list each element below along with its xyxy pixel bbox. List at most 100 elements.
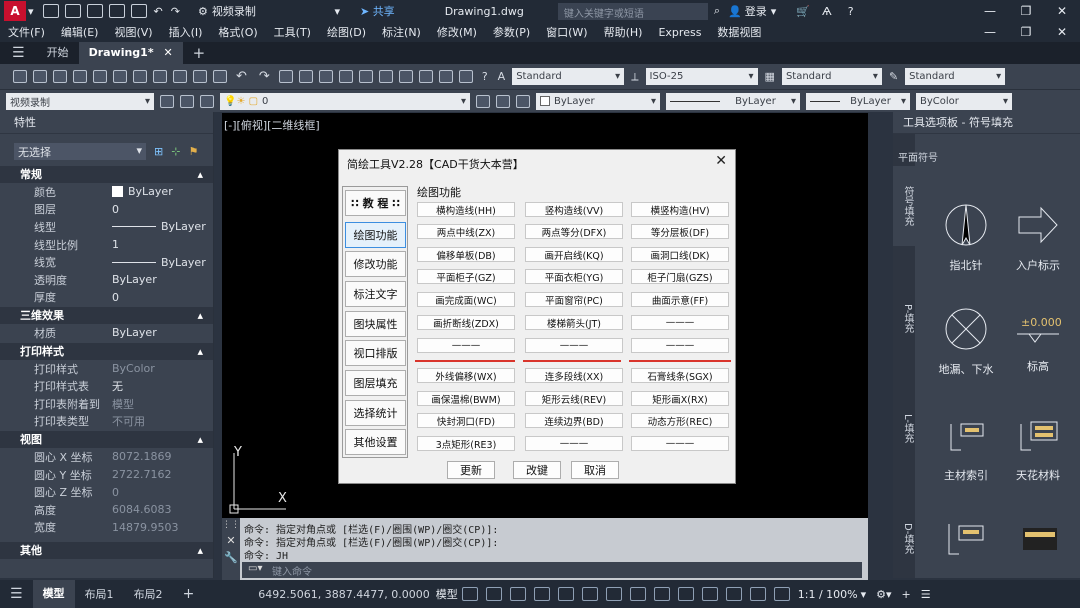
section-other[interactable]: 其他 ▴ bbox=[0, 542, 213, 560]
function-button[interactable]: 石膏线条(SGX) bbox=[631, 368, 729, 383]
transparency-icon[interactable] bbox=[653, 587, 670, 601]
quick-select-icon[interactable]: ⚑ bbox=[188, 145, 198, 158]
polar-icon[interactable] bbox=[533, 587, 550, 601]
coordinates-readout[interactable]: 6492.5061, 3887.4477, 0.0000 bbox=[258, 588, 429, 601]
layer-properties-icon[interactable] bbox=[200, 94, 214, 108]
linetype-select[interactable]: ByLayer ▾ bbox=[666, 92, 800, 110]
improve-key-button[interactable]: 改键 bbox=[513, 461, 561, 479]
ortho-icon[interactable] bbox=[509, 587, 526, 601]
save-icon-2[interactable] bbox=[53, 70, 67, 83]
palette-item-partial-1[interactable] bbox=[943, 518, 989, 558]
pan-icon[interactable] bbox=[278, 70, 293, 83]
prop-row[interactable]: 材质 ByLayer bbox=[0, 324, 213, 342]
prop-row[interactable]: 图层 0 bbox=[0, 201, 213, 219]
menu-express[interactable]: Express bbox=[650, 26, 709, 39]
function-button[interactable]: 等分层板(DF) bbox=[631, 224, 729, 239]
undo-icon[interactable]: ↶ bbox=[154, 5, 163, 18]
osnap-tracking-icon[interactable] bbox=[581, 587, 598, 601]
tab-p-fill[interactable]: P-填充 bbox=[893, 284, 915, 354]
function-button[interactable]: 两点中线(ZX) bbox=[417, 224, 515, 239]
menu-modify[interactable]: 修改(M) bbox=[429, 24, 485, 40]
customize-icon[interactable] bbox=[180, 94, 194, 108]
tab-symbol-fill[interactable]: 符号填充 bbox=[893, 166, 915, 246]
prop-row[interactable]: 宽度 14879.9503 bbox=[0, 519, 213, 537]
prop-row[interactable]: 厚度 0 bbox=[0, 289, 213, 307]
prop-row[interactable]: 打印表类型 不可用 bbox=[0, 413, 213, 431]
prop-row[interactable]: 颜色 ByLayer bbox=[0, 183, 213, 201]
function-button[interactable]: 竖构造线(VV) bbox=[525, 202, 623, 217]
workspace-dropdown[interactable]: 视频录制 ▾ bbox=[6, 92, 154, 110]
menu-help[interactable]: 帮助(H) bbox=[596, 24, 651, 40]
print-icon[interactable] bbox=[130, 4, 147, 18]
tab-d-fill[interactable]: D-填充 bbox=[893, 504, 915, 574]
function-button[interactable]: ——— bbox=[631, 436, 729, 451]
tab-start[interactable]: 开始 bbox=[37, 42, 79, 64]
open-file-icon[interactable] bbox=[64, 4, 81, 18]
grid-icon[interactable] bbox=[461, 587, 478, 601]
tab-model[interactable]: 模型 bbox=[32, 580, 75, 608]
menu-dimension[interactable]: 标注(N) bbox=[374, 24, 429, 40]
login-chevron-icon[interactable]: ▾ bbox=[771, 5, 777, 18]
menu-window[interactable]: 窗口(W) bbox=[538, 24, 595, 40]
prop-row[interactable]: 打印样式 ByColor bbox=[0, 360, 213, 378]
function-button[interactable]: 矩形云线(REV) bbox=[525, 391, 623, 406]
publish-icon[interactable] bbox=[113, 70, 127, 83]
save-icon[interactable] bbox=[86, 4, 103, 18]
section-plot-style[interactable]: 打印样式 ▴ bbox=[0, 342, 213, 360]
menu-file[interactable]: 文件(F) bbox=[0, 24, 53, 40]
section-general[interactable]: 常规 ▴ bbox=[0, 166, 213, 183]
maximize-icon[interactable]: ❐ bbox=[1008, 4, 1044, 18]
selection-cycling-icon[interactable] bbox=[677, 587, 694, 601]
app-logo[interactable]: A bbox=[4, 1, 26, 21]
function-button[interactable]: 偏移单板(DB) bbox=[417, 247, 515, 262]
prop-row[interactable]: 圆心 Y 坐标 2722.7162 bbox=[0, 466, 213, 484]
close-icon[interactable]: ✕ bbox=[1044, 4, 1080, 18]
redo-icon[interactable]: ↷ bbox=[171, 5, 180, 18]
menu-tools[interactable]: 工具(T) bbox=[266, 24, 319, 40]
add-layout-icon[interactable]: + bbox=[173, 586, 205, 602]
function-button[interactable]: 画洞口线(DK) bbox=[631, 247, 729, 262]
update-button[interactable]: 更新 bbox=[447, 461, 495, 479]
function-button[interactable]: 画折断线(ZDX) bbox=[417, 315, 515, 330]
side-btn-block-attr[interactable]: 图块属性 bbox=[345, 311, 406, 337]
function-button[interactable]: 画开启线(KQ) bbox=[525, 247, 623, 262]
plus-icon[interactable]: + bbox=[902, 588, 911, 601]
close-command-icon[interactable]: ✕ bbox=[222, 534, 240, 547]
preview-icon[interactable] bbox=[93, 70, 107, 83]
cut-icon[interactable] bbox=[133, 70, 147, 83]
color-select[interactable]: ByLayer ▾ bbox=[536, 92, 660, 110]
tab-l-fill[interactable]: L-填充 bbox=[893, 394, 915, 464]
layout-menu-icon[interactable]: ☰ bbox=[0, 586, 33, 602]
function-button[interactable]: 横竖构造(HV) bbox=[631, 202, 729, 217]
multileader-style-select[interactable]: Standard ▾ bbox=[905, 68, 1006, 85]
menu-edit[interactable]: 编辑(E) bbox=[53, 24, 107, 40]
menu-draw[interactable]: 绘图(D) bbox=[319, 24, 374, 40]
doc-restore-icon[interactable]: ❐ bbox=[1008, 25, 1044, 39]
function-button[interactable]: 动态方形(REC) bbox=[631, 413, 729, 428]
function-button[interactable]: 连多段线(XX) bbox=[525, 368, 623, 383]
text-style-select[interactable]: Standard ▾ bbox=[512, 68, 625, 85]
side-btn-tutorial[interactable]: ∷ 教 程 ∷ bbox=[345, 190, 406, 216]
menu-dataview[interactable]: 数据视图 bbox=[709, 24, 769, 40]
model-space-toggle[interactable]: 模型 bbox=[436, 586, 458, 602]
function-button[interactable]: ——— bbox=[631, 315, 729, 330]
new-tab-icon[interactable]: + bbox=[183, 42, 216, 64]
palette-item-floor-drain[interactable]: 地漏、下水 bbox=[931, 306, 1001, 377]
side-btn-modify[interactable]: 修改功能 bbox=[345, 251, 406, 277]
hamburger-icon[interactable]: ☰ bbox=[0, 42, 37, 64]
lineweight-select[interactable]: ByLayer ▾ bbox=[806, 92, 910, 110]
tab-layout1[interactable]: 布局1 bbox=[75, 586, 124, 602]
prop-row[interactable]: 线型比例 1 bbox=[0, 236, 213, 254]
share-button[interactable]: ➤ 共享 bbox=[360, 3, 395, 19]
search-input[interactable]: 键入关键字或短语 bbox=[557, 2, 708, 20]
function-button[interactable]: 柜子门扇(GZS) bbox=[631, 269, 729, 284]
side-btn-select-stats[interactable]: 选择统计 bbox=[345, 400, 406, 426]
zoom-previous-icon[interactable] bbox=[338, 70, 353, 83]
menu-format[interactable]: 格式(O) bbox=[210, 24, 265, 40]
zoom-realtime-icon[interactable] bbox=[298, 70, 313, 83]
undo-icon-2[interactable]: ↶ bbox=[236, 69, 247, 84]
tab-drawing1[interactable]: Drawing1* ✕ bbox=[78, 42, 183, 64]
a360-icon[interactable]: Ѧ bbox=[822, 5, 832, 18]
function-button[interactable]: 画保温棉(BWM) bbox=[417, 391, 515, 406]
function-button[interactable]: 3点矩形(RE3) bbox=[417, 436, 515, 451]
